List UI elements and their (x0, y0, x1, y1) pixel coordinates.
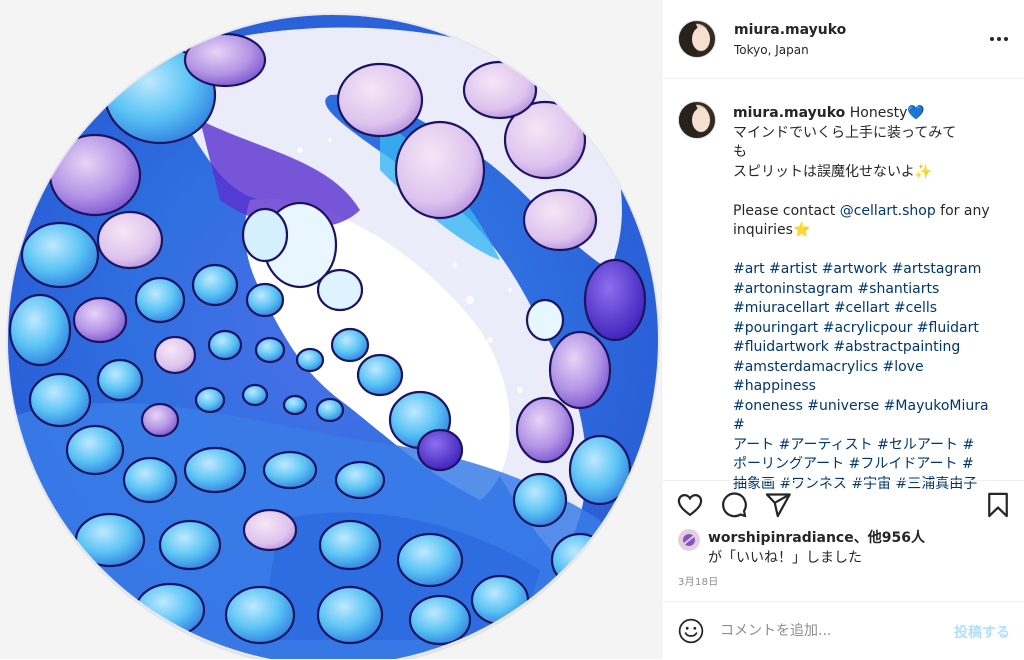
comment-input[interactable] (720, 618, 940, 644)
hashtag-line[interactable]: #art #artist #artwork #artstagram (733, 261, 981, 277)
comment-icon[interactable] (720, 491, 748, 519)
caption-avatar[interactable] (678, 101, 716, 139)
likes-suffix: が「いいね！」しました (708, 550, 862, 566)
post-details-panel: miura.mayuko Tokyo, Japan miura.mayuko H… (662, 0, 1024, 659)
hashtag-line[interactable]: #artoninstagram #shantiarts (733, 281, 939, 297)
hashtag-line[interactable]: ポーリングアート #フルイドアート # (733, 456, 974, 472)
bookmark-icon[interactable] (984, 491, 1012, 519)
action-bar (662, 480, 1024, 529)
caption-contact-suffix: for any (935, 202, 990, 219)
caption-contact-prefix: Please contact (733, 202, 840, 219)
caption-line1: Honesty💙 (849, 105, 925, 121)
likes-summary[interactable]: worshipinradiance、他956人 (708, 527, 925, 547)
caption-username[interactable]: miura.mayuko (733, 105, 845, 121)
hashtag-line[interactable]: #amsterdamacrylics #love #happiness (733, 359, 928, 395)
likes-section: worshipinradiance、他956人 が「いいね！」しました (662, 525, 1024, 575)
post-caption: miura.mayuko Honesty💙 マインドでいくら上手に装ってみて も… (662, 79, 1024, 492)
post-header: miura.mayuko Tokyo, Japan (662, 0, 1024, 79)
caption-line3: も (733, 144, 747, 160)
comment-bar: 投稿する (662, 601, 1024, 660)
smiley-icon[interactable] (678, 618, 704, 644)
more-horizontal-icon[interactable] (988, 30, 1010, 48)
fluid-art-painting (0, 0, 661, 659)
header-username[interactable]: miura.mayuko (734, 22, 846, 38)
mention-link[interactable]: @cellart.shop (840, 203, 936, 219)
header-location[interactable]: Tokyo, Japan (734, 43, 809, 57)
post-image[interactable] (0, 0, 662, 659)
heart-icon[interactable] (676, 491, 704, 519)
caption-text: miura.mayuko Honesty💙 マインドでいくら上手に装ってみて も… (733, 104, 1003, 494)
user-avatar[interactable] (678, 20, 716, 58)
hashtag-line[interactable]: #miuracellart #cellart #cells (733, 300, 937, 316)
caption-contact-line2: inquiries⭐ (733, 222, 811, 238)
hashtag-line[interactable]: #pouringart #acrylicpour #fluidart (733, 320, 979, 336)
post-date[interactable]: 3月18日 (678, 573, 719, 588)
liker-avatar[interactable] (678, 529, 700, 551)
hashtag-line[interactable]: #fluidartwork #abstractpainting (733, 339, 960, 355)
hashtag-line[interactable]: #oneness #universe #MayukoMiura # (733, 398, 993, 434)
post-comment-button[interactable]: 投稿する (954, 622, 1010, 642)
caption-line2: マインドでいくら上手に装ってみて (733, 124, 957, 141)
instagram-post: miura.mayuko Tokyo, Japan miura.mayuko H… (0, 0, 1024, 659)
caption-line4: スピリットは誤魔化せないよ✨ (733, 163, 933, 180)
hashtag-line[interactable]: アート #アーティスト #セルアート # (733, 437, 974, 453)
share-icon[interactable] (764, 491, 792, 519)
